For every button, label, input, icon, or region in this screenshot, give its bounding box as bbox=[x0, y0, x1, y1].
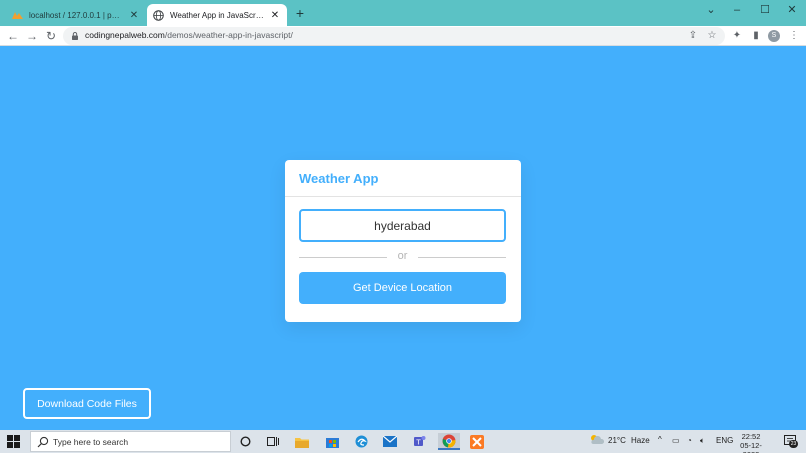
volume-icon[interactable]: 🔈︎ bbox=[700, 436, 705, 446]
share-icon[interactable]: ⇪ bbox=[687, 30, 699, 42]
url-text: codingnepalweb.com/demos/weather-app-in-… bbox=[85, 30, 293, 40]
tab-search-chevron-icon[interactable]: ⌄ bbox=[701, 3, 721, 17]
notification-count-badge: 23 bbox=[789, 440, 798, 448]
forward-icon[interactable]: → bbox=[24, 28, 40, 44]
get-device-location-button[interactable]: Get Device Location bbox=[299, 272, 506, 304]
notification-center-icon[interactable]: 23 bbox=[784, 435, 798, 448]
tab-title: localhost / 127.0.0.1 | phpMyAdmin bbox=[29, 10, 124, 20]
show-hidden-icons-chevron-icon[interactable]: ^ bbox=[658, 435, 662, 444]
cortana-icon[interactable] bbox=[236, 433, 254, 450]
clock[interactable]: 22:52 05-12-2022 bbox=[733, 432, 769, 453]
maximize-button[interactable]: ☐ bbox=[755, 3, 775, 17]
file-explorer-icon[interactable] bbox=[293, 433, 311, 450]
wifi-icon[interactable]: ◔ bbox=[687, 436, 692, 445]
tab-title: Weather App in JavaScript | CodingNepal bbox=[170, 10, 265, 20]
tab-phpmyadmin[interactable]: localhost / 127.0.0.1 | phpMyAdmin ✕ bbox=[6, 4, 146, 26]
lock-icon bbox=[72, 32, 78, 40]
weather-app-card: Weather App or Get Device Location bbox=[285, 160, 521, 322]
profile-avatar[interactable]: S bbox=[768, 30, 780, 42]
close-icon[interactable]: ✕ bbox=[128, 10, 140, 21]
separator-line bbox=[418, 257, 506, 258]
taskbar-search-box[interactable]: Type here to search bbox=[30, 431, 231, 452]
xampp-icon[interactable] bbox=[468, 433, 486, 450]
city-input[interactable] bbox=[299, 209, 506, 242]
browser-toolbar: ← → ↻ codingnepalweb.com/demos/weather-a… bbox=[0, 26, 806, 46]
side-panel-icon[interactable]: ▮ bbox=[749, 29, 763, 43]
weather-cloud-icon bbox=[589, 433, 605, 448]
new-tab-button[interactable]: + bbox=[293, 6, 307, 20]
browser-tab-strip: localhost / 127.0.0.1 | phpMyAdmin ✕ Wea… bbox=[0, 0, 806, 26]
teams-icon[interactable]: T bbox=[410, 433, 428, 450]
svg-text:T: T bbox=[415, 439, 421, 447]
chrome-icon[interactable] bbox=[438, 433, 460, 450]
weather-temperature: 21°C bbox=[608, 436, 626, 445]
mail-icon[interactable] bbox=[381, 433, 399, 450]
bookmark-star-icon[interactable]: ☆ bbox=[706, 30, 718, 42]
more-menu-icon[interactable]: ⋮ bbox=[787, 29, 801, 43]
app-title: Weather App bbox=[299, 171, 379, 186]
close-window-button[interactable]: ✕ bbox=[782, 3, 802, 17]
search-icon bbox=[37, 436, 49, 448]
download-code-files-button[interactable]: Download Code Files bbox=[23, 388, 151, 419]
minimize-button[interactable]: – bbox=[727, 3, 747, 17]
close-icon[interactable]: ✕ bbox=[269, 10, 281, 21]
url-host: codingnepalweb.com bbox=[85, 30, 165, 40]
weather-description: Haze bbox=[631, 436, 650, 445]
page-viewport: Weather App or Get Device Location Downl… bbox=[0, 46, 806, 430]
language-indicator[interactable]: ENG bbox=[716, 436, 733, 445]
phpmyadmin-icon bbox=[12, 10, 23, 21]
reload-icon[interactable]: ↻ bbox=[43, 28, 59, 44]
extensions-icon[interactable]: ✦ bbox=[730, 29, 744, 43]
or-separator: or bbox=[299, 250, 506, 264]
separator-text: or bbox=[397, 250, 408, 262]
windows-taskbar: Type here to search T 21°C Haze ^ ▭ ◔ 🔈︎… bbox=[0, 430, 806, 453]
search-placeholder: Type here to search bbox=[53, 437, 129, 447]
task-view-icon[interactable] bbox=[264, 433, 282, 450]
url-path: /demos/weather-app-in-javascript/ bbox=[164, 30, 293, 40]
globe-icon bbox=[153, 9, 164, 21]
tab-weather-app[interactable]: Weather App in JavaScript | CodingNepal … bbox=[147, 4, 287, 26]
clock-time: 22:52 bbox=[741, 432, 761, 441]
back-icon[interactable]: ← bbox=[5, 28, 21, 44]
windows-start-icon[interactable] bbox=[7, 435, 20, 448]
microsoft-store-icon[interactable] bbox=[323, 433, 341, 450]
address-bar[interactable]: codingnepalweb.com/demos/weather-app-in-… bbox=[63, 27, 725, 45]
edge-browser-icon[interactable] bbox=[352, 433, 370, 450]
clock-date: 05-12-2022 bbox=[740, 441, 762, 453]
card-header: Weather App bbox=[285, 160, 521, 197]
battery-icon[interactable]: ▭ bbox=[672, 436, 680, 445]
